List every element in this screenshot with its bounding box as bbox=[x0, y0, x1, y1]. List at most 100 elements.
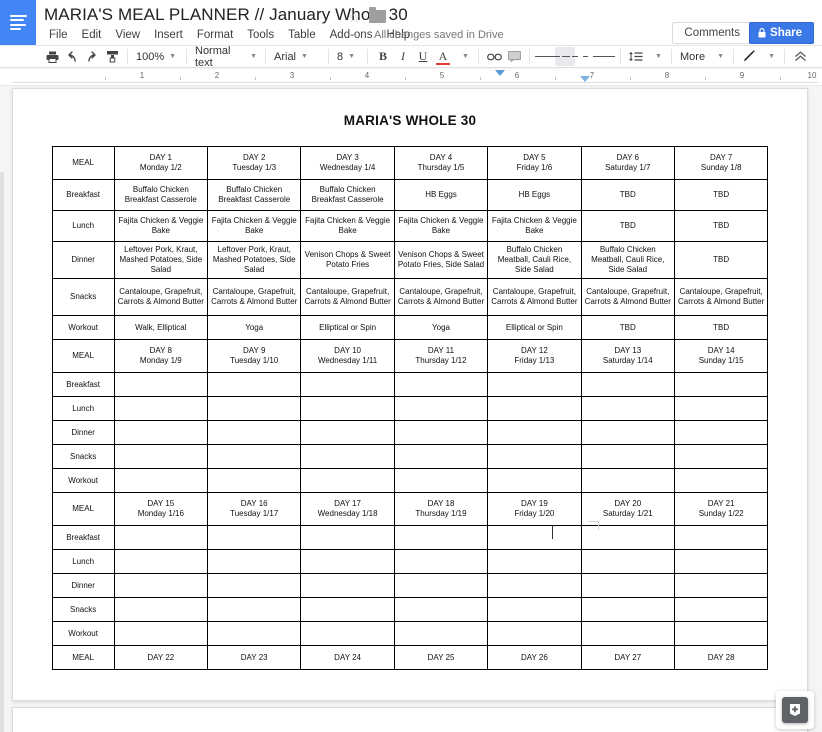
font-size-dropdown[interactable]: 8 ▼ bbox=[334, 47, 362, 66]
cell-resize-handle[interactable] bbox=[588, 521, 599, 530]
table-cell[interactable] bbox=[673, 549, 769, 574]
table-cell[interactable]: Cantaloupe, Grapefruit, Carrots & Almond… bbox=[113, 278, 209, 316]
table-cell[interactable]: TBD bbox=[580, 179, 675, 211]
folder-icon[interactable] bbox=[369, 7, 386, 23]
menu-table[interactable]: Table bbox=[281, 27, 323, 43]
menu-format[interactable]: Format bbox=[190, 27, 240, 43]
table-cell[interactable] bbox=[207, 468, 302, 493]
undo-button[interactable] bbox=[62, 47, 82, 66]
table-row[interactable]: Breakfast Buffalo Chicken Breakfast Cass… bbox=[51, 179, 769, 211]
table-cell[interactable] bbox=[393, 573, 489, 598]
cell-day-header[interactable]: DAY 19 Friday 1/20 bbox=[487, 492, 582, 526]
row-label-workout[interactable]: Workout bbox=[51, 621, 115, 646]
table-row[interactable]: Lunch bbox=[51, 549, 769, 574]
table-cell[interactable]: Buffalo Chicken Breakfast Casserole bbox=[207, 179, 302, 211]
table-cell[interactable] bbox=[393, 597, 489, 622]
table-cell[interactable] bbox=[113, 468, 209, 493]
star-icon[interactable]: ☆ bbox=[348, 9, 361, 26]
table-row[interactable]: Dinner Leftover Pork, Kraut, Mashed Pota… bbox=[51, 241, 769, 279]
first-line-indent-marker[interactable] bbox=[495, 70, 505, 76]
document-page[interactable]: MARIA'S WHOLE 30 MEAL DAY 1 Monday 1/2 DA… bbox=[12, 88, 808, 701]
cell-day-header[interactable]: DAY 16 Tuesday 1/17 bbox=[207, 492, 302, 526]
comments-button[interactable]: Comments bbox=[672, 22, 752, 44]
table-cell[interactable] bbox=[113, 444, 209, 469]
table-row[interactable]: Breakfast bbox=[51, 372, 769, 397]
table-cell[interactable] bbox=[300, 549, 395, 574]
table-cell[interactable] bbox=[207, 396, 302, 421]
editing-mode-button[interactable] bbox=[739, 47, 759, 66]
table-cell[interactable] bbox=[207, 549, 302, 574]
table-cell[interactable] bbox=[487, 621, 582, 646]
align-right-button[interactable] bbox=[575, 47, 595, 66]
table-cell[interactable]: Cantaloupe, Grapefruit, Carrots & Almond… bbox=[673, 278, 769, 316]
table-cell[interactable] bbox=[580, 372, 675, 397]
table-cell[interactable] bbox=[580, 468, 675, 493]
table-cell[interactable]: TBD bbox=[673, 241, 769, 279]
align-left-button[interactable] bbox=[535, 47, 555, 66]
table-cell[interactable]: Walk, Elliptical bbox=[113, 315, 209, 340]
row-label-snacks[interactable]: Snacks bbox=[51, 444, 115, 469]
table-cell[interactable]: Leftover Pork, Kraut, Mashed Potatoes, S… bbox=[207, 241, 302, 279]
cell-day-header[interactable]: DAY 26 bbox=[487, 645, 582, 670]
cell-meal-header[interactable]: MEAL bbox=[51, 492, 115, 526]
menu-edit[interactable]: Edit bbox=[75, 27, 109, 43]
table-cell[interactable] bbox=[300, 621, 395, 646]
font-family-dropdown[interactable]: Arial ▼ bbox=[271, 47, 323, 66]
table-cell[interactable]: TBD bbox=[673, 315, 769, 340]
table-cell[interactable] bbox=[580, 444, 675, 469]
table-cell[interactable] bbox=[580, 621, 675, 646]
paragraph-style-dropdown[interactable]: Normal text ▼ bbox=[192, 45, 260, 69]
table-cell-active[interactable] bbox=[487, 420, 582, 445]
cell-day-header[interactable]: DAY 15 Monday 1/16 bbox=[113, 492, 209, 526]
row-label-lunch[interactable]: Lunch bbox=[51, 210, 115, 242]
table-cell[interactable] bbox=[393, 549, 489, 574]
table-cell[interactable]: Fajita Chicken & Veggie Bake bbox=[487, 210, 582, 242]
align-center-button[interactable] bbox=[555, 47, 575, 66]
cell-day-header[interactable]: DAY 25 bbox=[393, 645, 489, 670]
cell-day-header[interactable]: DAY 5 Friday 1/6 bbox=[487, 146, 582, 180]
table-cell[interactable] bbox=[393, 444, 489, 469]
table-cell[interactable] bbox=[580, 573, 675, 598]
row-label-breakfast[interactable]: Breakfast bbox=[51, 372, 115, 397]
ruler[interactable]: 1 2 3 4 5 6 7 8 9 10 bbox=[0, 69, 822, 86]
menu-view[interactable]: View bbox=[108, 27, 147, 43]
table-cell[interactable]: Elliptical or Spin bbox=[300, 315, 395, 340]
table-cell[interactable]: Cantaloupe, Grapefruit, Carrots & Almond… bbox=[207, 278, 302, 316]
cell-day-header[interactable]: DAY 2 Tuesday 1/3 bbox=[207, 146, 302, 180]
more-caret[interactable]: ▼ bbox=[708, 47, 728, 66]
document-page-next[interactable] bbox=[12, 707, 808, 732]
cell-day-header[interactable]: DAY 17 Wednesday 1/18 bbox=[300, 492, 395, 526]
line-spacing-caret[interactable]: ▼ bbox=[646, 47, 666, 66]
cell-meal-header[interactable]: MEAL bbox=[51, 339, 115, 373]
table-cell[interactable] bbox=[113, 621, 209, 646]
table-row[interactable]: Snacks Cantaloupe, Grapefruit, Carrots &… bbox=[51, 278, 769, 316]
underline-button[interactable]: U bbox=[413, 47, 433, 66]
table-cell[interactable] bbox=[113, 525, 209, 550]
table-cell[interactable] bbox=[207, 597, 302, 622]
table-cell[interactable] bbox=[393, 525, 489, 550]
table-cell[interactable] bbox=[580, 420, 675, 445]
row-label-lunch[interactable]: Lunch bbox=[51, 396, 115, 421]
table-cell[interactable] bbox=[393, 468, 489, 493]
menu-add-ons[interactable]: Add-ons bbox=[323, 27, 380, 43]
table-cell[interactable] bbox=[207, 444, 302, 469]
bold-button[interactable]: B bbox=[373, 47, 393, 66]
table-cell[interactable] bbox=[113, 573, 209, 598]
table-cell[interactable] bbox=[300, 420, 395, 445]
table-cell[interactable] bbox=[487, 396, 582, 421]
table-cell[interactable] bbox=[113, 420, 209, 445]
cell-meal-header[interactable]: MEAL bbox=[51, 146, 115, 180]
table-row[interactable]: Workout bbox=[51, 468, 769, 493]
table-cell[interactable] bbox=[673, 444, 769, 469]
table-cell[interactable] bbox=[300, 468, 395, 493]
table-cell[interactable] bbox=[300, 597, 395, 622]
table-cell[interactable]: Venison Chops & Sweet Potato Fries bbox=[300, 241, 395, 279]
table-cell[interactable] bbox=[487, 525, 582, 550]
italic-button[interactable]: I bbox=[393, 47, 413, 66]
table-cell[interactable]: Cantaloupe, Grapefruit, Carrots & Almond… bbox=[580, 278, 675, 316]
table-cell[interactable]: Yoga bbox=[393, 315, 489, 340]
table-cell[interactable] bbox=[300, 573, 395, 598]
table-cell[interactable]: Leftover Pork, Kraut, Mashed Potatoes, S… bbox=[113, 241, 209, 279]
table-cell[interactable] bbox=[487, 372, 582, 397]
table-cell[interactable]: Fajita Chicken & Veggie Bake bbox=[207, 210, 302, 242]
